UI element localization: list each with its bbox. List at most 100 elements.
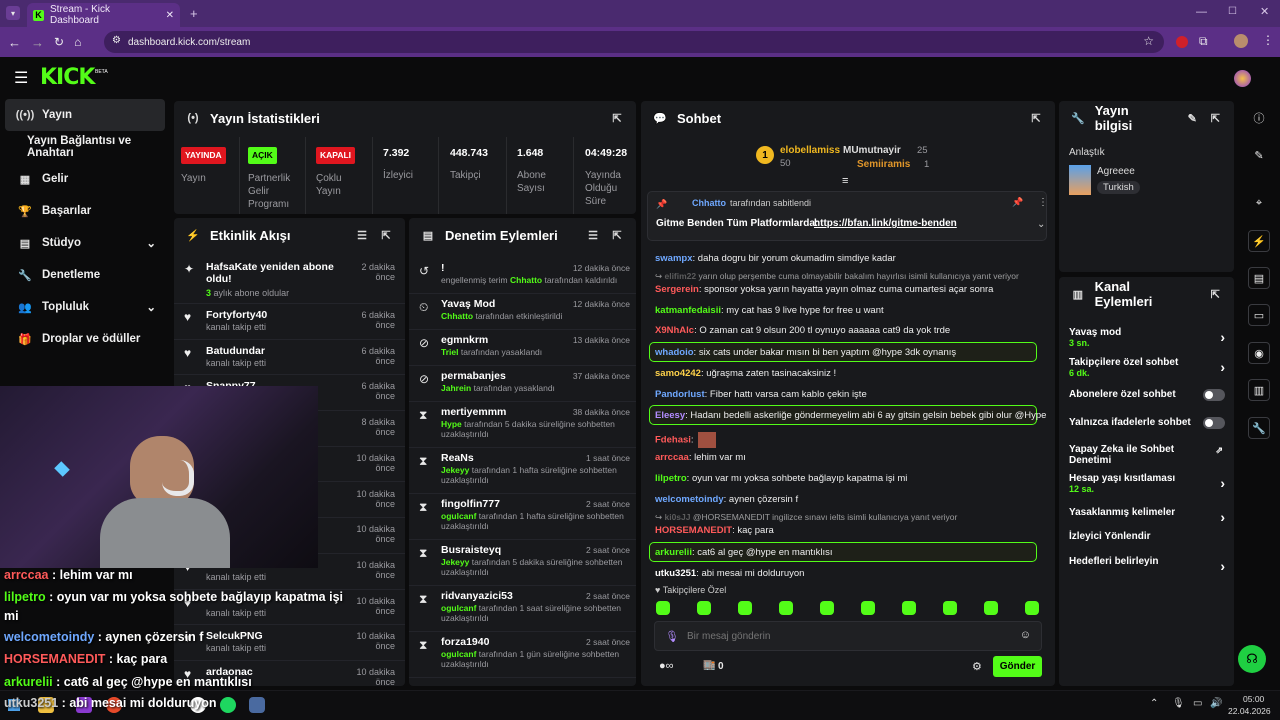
- settings-app-icon[interactable]: [249, 697, 265, 713]
- reload-icon[interactable]: ↻: [54, 35, 64, 49]
- sidebar-item-studyo[interactable]: ▤ Stüdyo ⌄: [0, 227, 170, 259]
- chat-message[interactable]: samo4242: uğraşma zaten tasinacaksiniz !: [655, 368, 836, 379]
- chat-message[interactable]: ↪ elifim22 yarın olup perşembe cuma olma…: [655, 271, 1019, 282]
- chat-message[interactable]: lilpetro: oyun var mı yoksa sohbete bağl…: [655, 473, 907, 484]
- popout-icon[interactable]: ⇱: [1208, 287, 1222, 301]
- chevron-right-icon[interactable]: ›: [1220, 475, 1225, 491]
- chat-bubble-icon[interactable]: ▭: [1248, 304, 1270, 326]
- moderation-item[interactable]: ⧗ ridvanyazici53 ogulcanf tarafından 1 saa…: [409, 586, 636, 632]
- browser-tab[interactable]: K Stream - Kick Dashboard ✕: [27, 3, 180, 27]
- extensions-puzzle-icon[interactable]: ⧉: [1199, 34, 1208, 49]
- forward-icon[interactable]: →: [31, 35, 44, 50]
- activity-item[interactable]: ♥SelcukPNGkanalı takip etti10 dakika önc…: [174, 625, 405, 661]
- channel-actions-icon[interactable]: ▥: [1248, 379, 1270, 401]
- moderator-name[interactable]: Hype: [441, 419, 462, 429]
- chat-username[interactable]: whadoio: [655, 347, 694, 358]
- moderation-item[interactable]: ↺! engellenmiş terim Chhatto tarafından k…: [409, 258, 636, 294]
- activity-item[interactable]: ✦ HafsaKate yeniden abone oldu! 3 aylık ab…: [174, 256, 405, 304]
- chat-message[interactable]: whadoio: six cats under bakar mısın bi b…: [655, 347, 956, 358]
- chat-message[interactable]: utku3251: abi mesai mi dolduruyon: [655, 568, 804, 579]
- spotify-icon[interactable]: [220, 697, 236, 713]
- unpin-icon[interactable]: 📌: [1012, 197, 1023, 208]
- expand-leaderboard-icon[interactable]: ≡: [842, 175, 848, 187]
- emote-icon[interactable]: [779, 601, 793, 615]
- hamburger-menu-icon[interactable]: ☰: [14, 68, 28, 88]
- chat-username[interactable]: utku3251: [655, 568, 696, 579]
- sidebar-item-stream-key[interactable]: Yayın Bağlantısı ve Anahtarı: [0, 131, 170, 163]
- channel-action-item[interactable]: Yalnızca ifadelerle sohbet: [1069, 417, 1227, 439]
- popout-icon[interactable]: ⇱: [1209, 111, 1222, 125]
- chat-message-field[interactable]: [687, 628, 1007, 644]
- chat-username[interactable]: welcometoindy: [655, 494, 724, 505]
- chat-message[interactable]: welcometoindy: aynen çözersin f: [655, 494, 798, 505]
- sidebar-item-droplar[interactable]: 🎁 Droplar ve ödüller: [0, 323, 170, 355]
- clock-time[interactable]: 05:00: [1243, 694, 1264, 704]
- chevron-right-icon[interactable]: ›: [1220, 558, 1225, 574]
- chevron-right-icon[interactable]: ›: [1220, 329, 1225, 345]
- chat-username[interactable]: X9NhAlc: [655, 325, 694, 336]
- monitor-tray-icon[interactable]: ▭: [1193, 698, 1202, 709]
- chevron-right-icon[interactable]: ›: [1220, 509, 1225, 525]
- emote-icon[interactable]: [1025, 601, 1039, 615]
- chat-username[interactable]: ki0sJJ: [664, 512, 690, 522]
- emote-icon[interactable]: [943, 601, 957, 615]
- bookmark-star-icon[interactable]: ☆: [1143, 34, 1154, 48]
- chat-settings-icon[interactable]: ⚙: [972, 660, 982, 673]
- moderation-item[interactable]: ⧗ forza1940 ogulcanf tarafından 1 gün süre…: [409, 632, 636, 678]
- filter-icon[interactable]: ☰: [355, 228, 369, 242]
- chat-message[interactable]: Eleesy: Hadanı bedelli askerliğe gönderm…: [655, 410, 1046, 421]
- close-window-icon[interactable]: ✕: [1260, 5, 1269, 18]
- volume-icon[interactable]: 🔊: [1210, 698, 1222, 709]
- moderator-name[interactable]: ogulcanf: [441, 603, 476, 613]
- moderator-name[interactable]: Jekeyy: [441, 557, 469, 567]
- store-icon[interactable]: 🏬: [703, 660, 715, 671]
- back-icon[interactable]: ←: [8, 35, 21, 50]
- moderation-item[interactable]: ⧗ Busraisteyq Jekeyy tarafından 5 dakika s…: [409, 540, 636, 586]
- chat-username[interactable]: Sergerein: [655, 284, 699, 295]
- chat-username[interactable]: arrccaa: [655, 452, 689, 463]
- emote-icon[interactable]: [902, 601, 916, 615]
- chevron-right-icon[interactable]: ›: [1220, 359, 1225, 375]
- moderation-item[interactable]: ⏲ Yavaş Mod Chhatto tarafından etkinleştir…: [409, 294, 636, 330]
- broadcast-icon[interactable]: ◉: [1248, 342, 1270, 364]
- category-name[interactable]: Agreeee: [1097, 166, 1135, 177]
- lightning-icon[interactable]: ⚡: [1248, 230, 1270, 252]
- channel-action-item[interactable]: Abonelere özel sohbet: [1069, 389, 1227, 411]
- channel-action-item[interactable]: Hesap yaşı kısıtlaması 12 sa. ›: [1069, 473, 1227, 495]
- emoji-icon[interactable]: ☺: [1020, 629, 1031, 641]
- popout-icon[interactable]: ⇱: [610, 111, 624, 125]
- moderator-name[interactable]: Jekeyy: [441, 465, 469, 475]
- channel-action-item[interactable]: Takipçilere özel sohbet 6 dk. ›: [1069, 357, 1227, 379]
- tray-chevron-up-icon[interactable]: ⌃: [1150, 698, 1158, 709]
- chat-username[interactable]: samo4242: [655, 368, 701, 379]
- chat-message[interactable]: ↪ ki0sJJ @HORSEMANEDIT ingilizce sınavı …: [655, 512, 957, 523]
- chevron-down-icon[interactable]: ⌄: [1037, 219, 1045, 230]
- moderator-name[interactable]: ogulcanf: [441, 649, 476, 659]
- third-gifter-name[interactable]: Semiiramis: [857, 159, 910, 170]
- channel-action-item[interactable]: Yapay Zeka ile Sohbet Denetimi ⇗: [1069, 444, 1227, 466]
- activity-item[interactable]: ♥ Fortyforty40 kanalı takip etti 6 dakika ö…: [174, 304, 405, 340]
- chat-message[interactable]: arkurelii: cat6 al geç @hype en mantıklı…: [655, 547, 833, 558]
- moderator-name[interactable]: ogulcanf: [441, 511, 476, 521]
- chat-username[interactable]: Fdehasi: [655, 435, 691, 446]
- filter-icon[interactable]: ☰: [586, 228, 600, 242]
- category-thumbnail[interactable]: [1069, 165, 1091, 195]
- emote-icon[interactable]: [861, 601, 875, 615]
- emote-icon[interactable]: [738, 601, 752, 615]
- url-input[interactable]: ⚙ dashboard.kick.com/stream ☆: [104, 31, 1164, 53]
- extension-icon[interactable]: [1176, 36, 1188, 48]
- moderation-item[interactable]: ⊘ egmnkrm Triel tarafından yasaklandı 13 da…: [409, 330, 636, 366]
- activity-item[interactable]: ♥ Batudundar kanalı takip etti 6 dakika önc…: [174, 340, 405, 376]
- close-tab-icon[interactable]: ✕: [166, 10, 174, 21]
- edit-icon[interactable]: ✎: [1186, 111, 1199, 125]
- sidebar-item-yayin[interactable]: ((•)) Yayın: [5, 99, 165, 131]
- popout-icon[interactable]: ⇱: [610, 228, 624, 242]
- chat-message[interactable]: Sergerein: sponsor yoksa yarın hayatta y…: [655, 284, 993, 295]
- chat-username[interactable]: arkurelii: [655, 547, 692, 558]
- sidebar-item-gelir[interactable]: ▦ Gelir: [0, 163, 170, 195]
- popout-icon[interactable]: ⇱: [1029, 111, 1043, 125]
- chat-username[interactable]: lilpetro: [655, 473, 687, 484]
- pinned-link[interactable]: https://bfan.link/gitme-benden: [814, 218, 957, 229]
- kick-logo[interactable]: KICK: [40, 65, 95, 90]
- toggle-switch[interactable]: [1203, 417, 1225, 429]
